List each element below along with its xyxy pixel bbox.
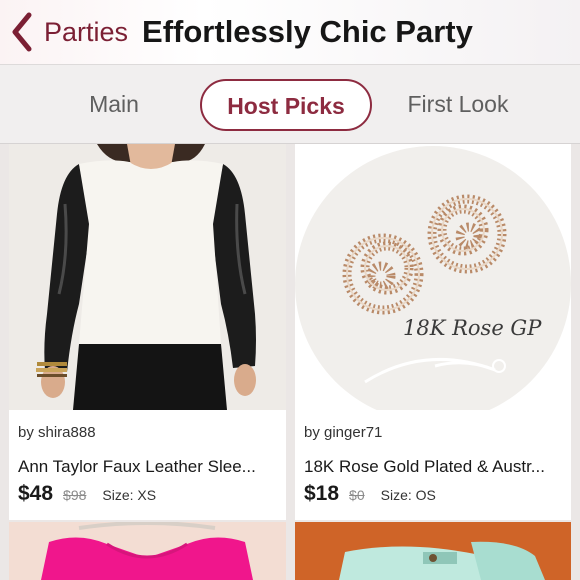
chevron-left-icon [12, 12, 32, 52]
pink-top-photo [9, 522, 286, 580]
listing-title[interactable]: Ann Taylor Faux Leather Slee... [18, 457, 256, 477]
image-caption: 18K Rose GP [403, 316, 542, 340]
tab-host-picks[interactable]: Host Picks [200, 79, 372, 131]
listing-card[interactable]: by shira888 Ann Taylor Faux Leather Slee… [9, 144, 286, 520]
seller-name[interactable]: by shira888 [18, 424, 96, 441]
seller-name[interactable]: by ginger71 [304, 424, 382, 441]
listing-price: $48 [18, 482, 54, 505]
price-row: $18 $0 Size: OS [304, 482, 436, 506]
listing-price: $18 [304, 482, 340, 505]
mint-shorts-photo [295, 522, 571, 580]
listing-size: Size: XS [102, 487, 157, 503]
listing-image[interactable] [9, 144, 286, 410]
price-row: $48 $98 Size: XS [18, 482, 156, 506]
listing-info: by shira888 Ann Taylor Faux Leather Slee… [9, 410, 286, 520]
listing-card[interactable] [9, 522, 286, 580]
back-label: Parties [44, 16, 129, 47]
tab-main[interactable]: Main [74, 79, 154, 131]
original-price: $0 [349, 487, 365, 503]
listing-size: Size: OS [380, 487, 436, 503]
nav-header: Parties Effortlessly Chic Party [0, 0, 580, 64]
rose-earrings-photo [295, 144, 571, 410]
tab-bar: Main Host Picks First Look [0, 64, 580, 144]
leather-sleeve-top-photo [9, 144, 286, 410]
listing-image[interactable]: 18K Rose GP [295, 144, 571, 410]
page-title: Effortlessly Chic Party [142, 14, 473, 49]
listing-info: by ginger71 18K Rose Gold Plated & Austr… [295, 410, 571, 520]
tab-first-look[interactable]: First Look [396, 79, 520, 131]
original-price: $98 [63, 487, 87, 503]
listing-card[interactable] [295, 522, 571, 580]
back-button[interactable]: Parties [10, 12, 128, 52]
listing-card[interactable]: 18K Rose GP by ginger71 18K Rose Gold Pl… [295, 144, 571, 520]
listing-title[interactable]: 18K Rose Gold Plated & Austr... [304, 457, 545, 477]
